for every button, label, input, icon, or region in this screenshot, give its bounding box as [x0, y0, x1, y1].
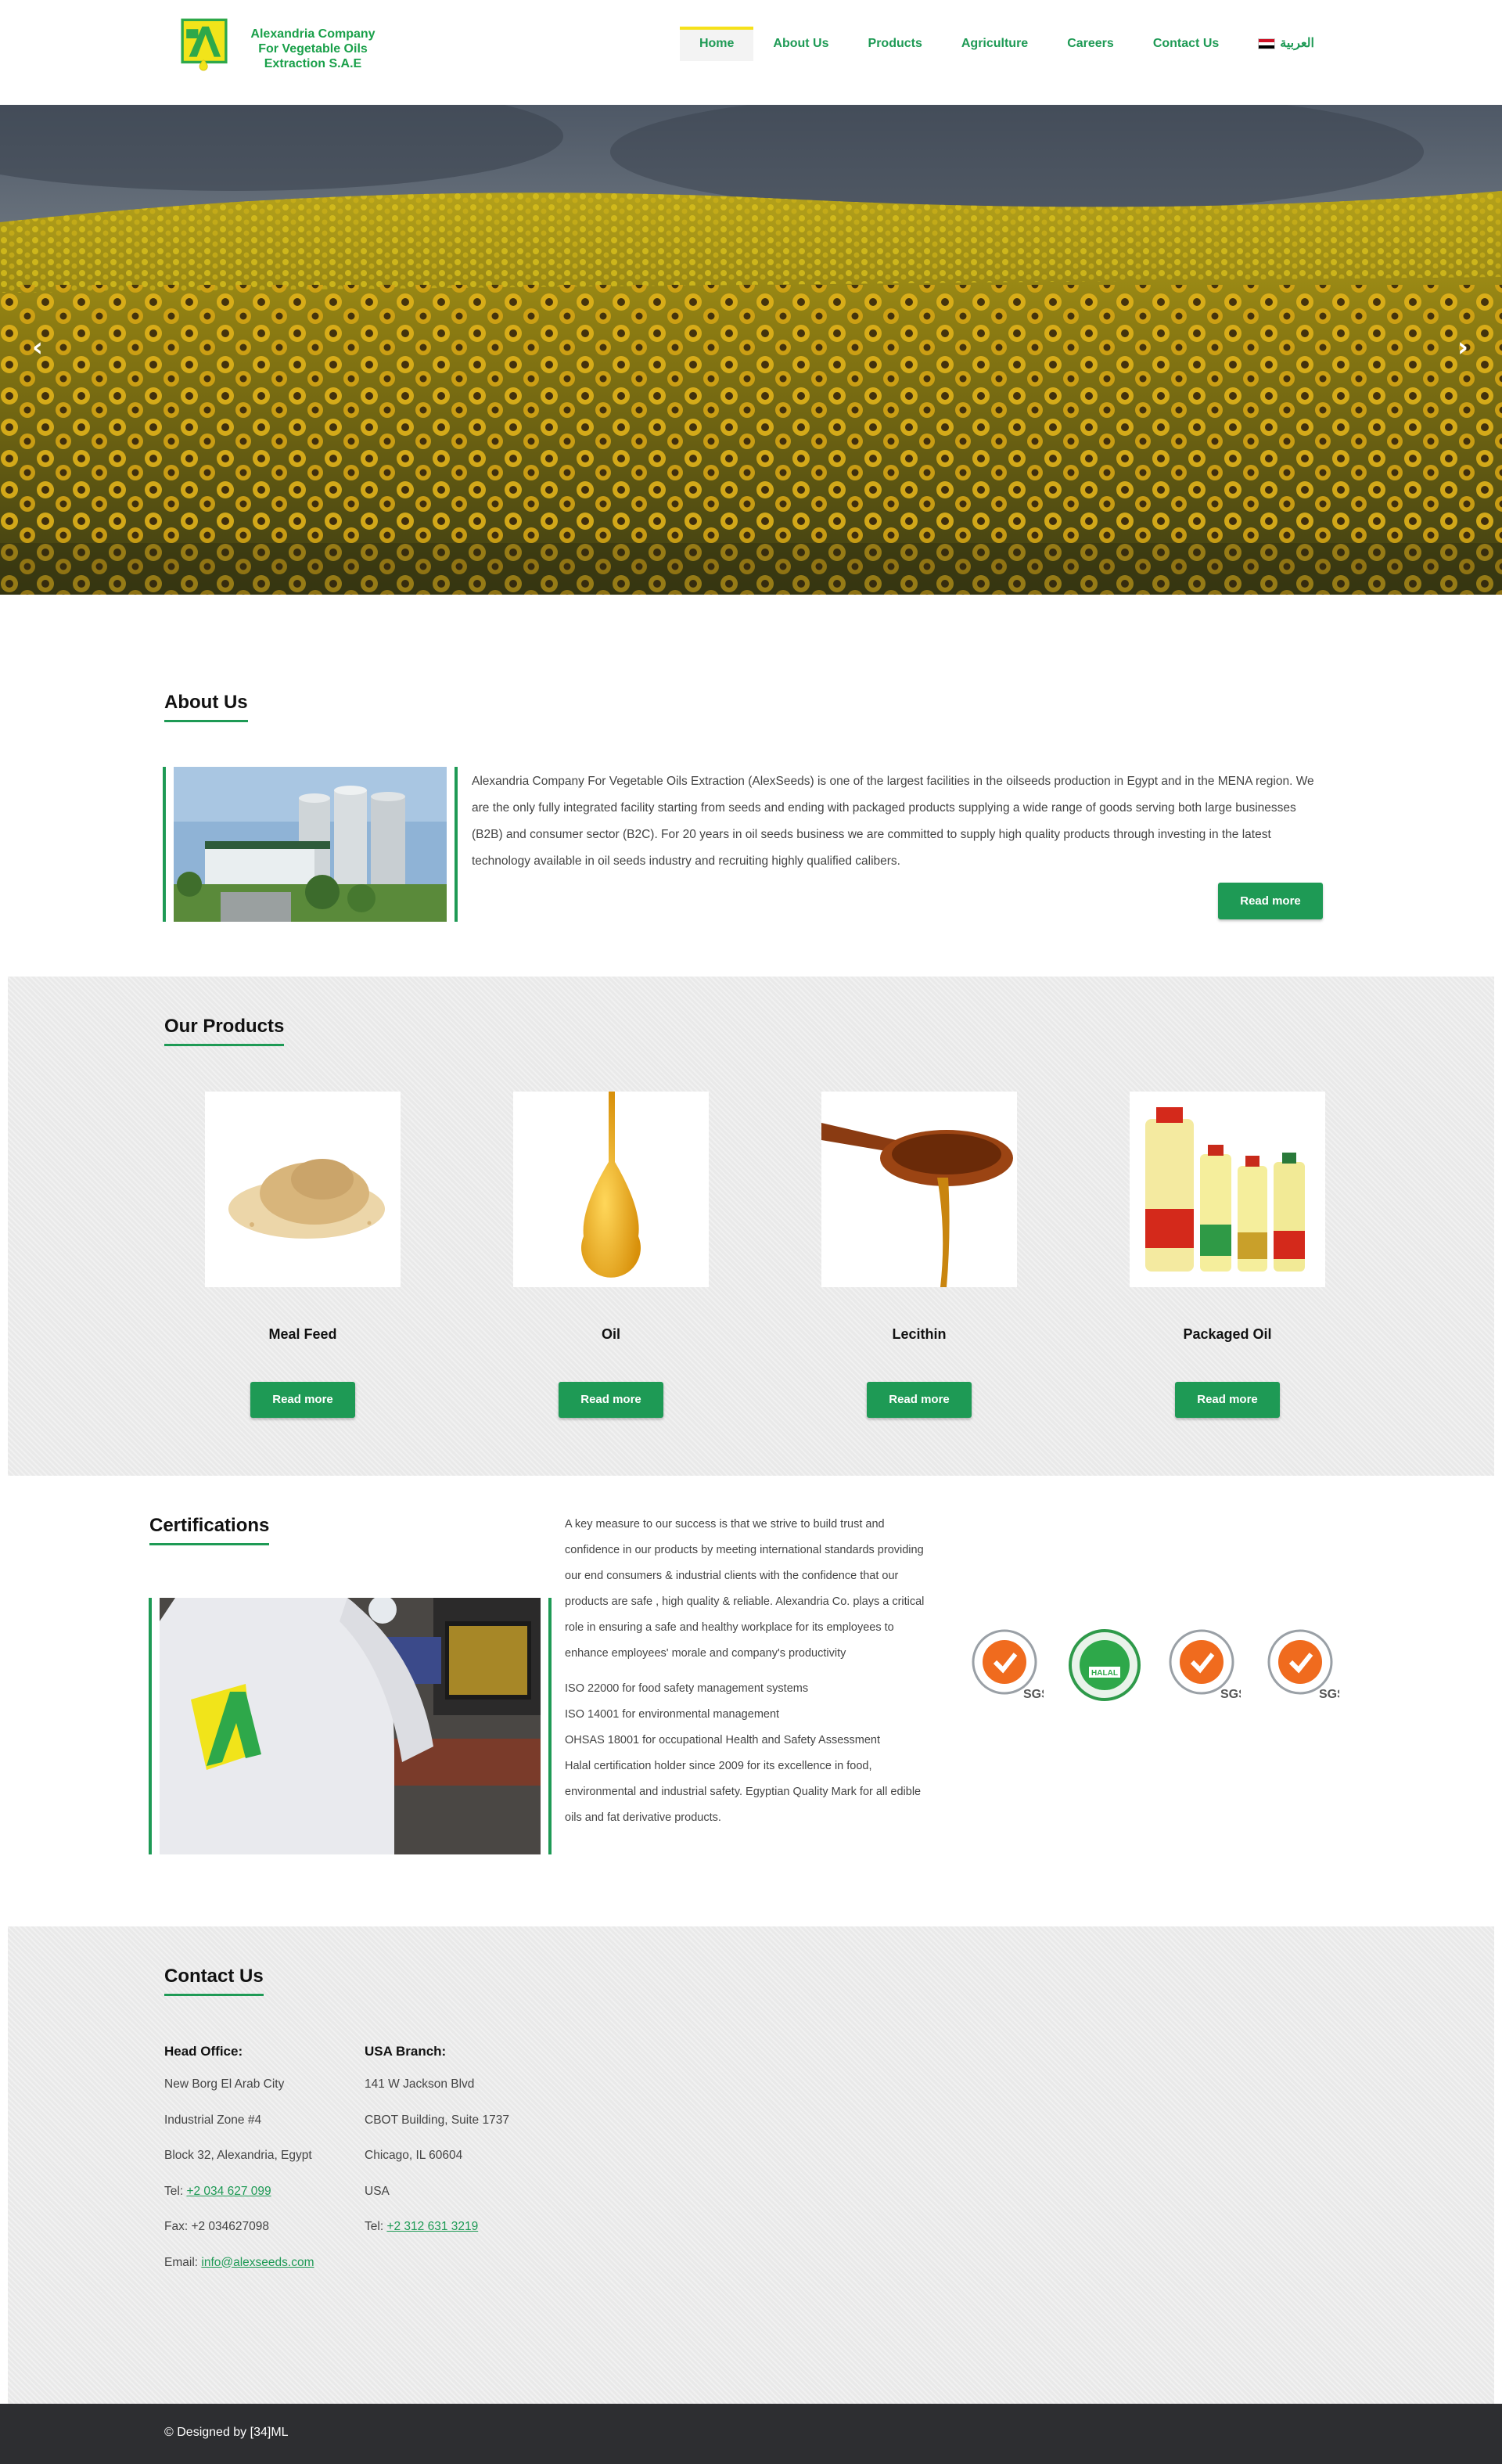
product-name: Packaged Oil [1183, 1326, 1272, 1342]
certifications-text: A key measure to our success is that we … [565, 1512, 932, 1831]
product-card-packaged-oil: Packaged Oil Read more [1130, 1092, 1325, 1418]
nav-products[interactable]: Products [849, 27, 942, 61]
sgs-certification-badge-icon: SGS [1169, 1629, 1241, 1701]
products-section: Our Products Meal Feed Read more Oil Rea… [8, 977, 1494, 1476]
address-line: New Borg El Arab City [164, 2077, 285, 2091]
about-section-title: About Us [164, 692, 248, 722]
nav-agriculture[interactable]: Agriculture [942, 27, 1047, 61]
cert-item: OHSAS 18001 for occupational Health and … [565, 1734, 881, 1746]
address-line: USA [365, 2184, 390, 2198]
factory-image [174, 767, 447, 922]
head-office-phone: Tel: +2 034 627 099 [164, 2184, 271, 2198]
products-section-title: Our Products [164, 1016, 285, 1046]
certification-image-frame [149, 1595, 552, 1854]
svg-text:SGS: SGS [1023, 1688, 1044, 1701]
nav-contact-us[interactable]: Contact Us [1134, 27, 1238, 61]
meal-feed-read-more-button[interactable]: Read more [250, 1382, 355, 1418]
head-office-email: Email: info@alexseeds.com [164, 2255, 314, 2269]
usa-branch-column: USA Branch: 141 W Jackson Blvd CBOT Buil… [365, 2044, 509, 2254]
oil-image[interactable] [513, 1092, 709, 1287]
footer-credit: © Designed by [34]ML [164, 2426, 289, 2439]
lecithin-image[interactable] [821, 1092, 1017, 1287]
nav-about-us[interactable]: About Us [753, 27, 848, 61]
logo-mark-icon [181, 18, 228, 71]
certifications-intro: A key measure to our success is that we … [565, 1518, 925, 1660]
head-office-fax: Fax: +2 034627098 [164, 2220, 270, 2233]
packaged-oil-read-more-button[interactable]: Read more [1175, 1382, 1280, 1418]
product-name: Oil [601, 1326, 620, 1342]
email-link[interactable]: info@alexseeds.com [201, 2256, 314, 2269]
svg-text:SGS: SGS [1220, 1688, 1241, 1701]
logo-text: Alexandria Company For Vegetable Oils Ex… [250, 27, 376, 70]
sgs-certification-badge-icon: SGS [972, 1629, 1044, 1701]
about-image-frame [163, 767, 458, 922]
product-card-oil: Oil Read more [513, 1092, 709, 1418]
cert-item: Halal certification holder since 2009 fo… [565, 1760, 922, 1824]
usa-branch-heading: USA Branch: [365, 2044, 447, 2059]
main-nav: Home About Us Products Agriculture Caree… [679, 27, 1334, 61]
site-footer: © Designed by [34]ML [0, 2404, 1502, 2464]
oil-read-more-button[interactable]: Read more [559, 1382, 663, 1418]
address-line: CBOT Building, Suite 1737 [365, 2113, 509, 2127]
lecithin-read-more-button[interactable]: Read more [867, 1382, 972, 1418]
slider-prev-arrow-icon[interactable]: ‹ [22, 332, 53, 363]
head-office-phone-link[interactable]: +2 034 627 099 [186, 2185, 271, 2198]
contact-section-title: Contact Us [164, 1966, 264, 1996]
meal-feed-image[interactable] [205, 1092, 401, 1287]
svg-text:SGS: SGS [1319, 1688, 1339, 1701]
nav-careers[interactable]: Careers [1047, 27, 1134, 61]
site-header: Alexandria Company For Vegetable Oils Ex… [0, 0, 1502, 105]
language-label: العربية [1280, 37, 1314, 50]
svg-text:HALAL: HALAL [1091, 1669, 1118, 1678]
product-card-meal-feed: Meal Feed Read more [205, 1092, 401, 1418]
certification-badges: SGS HALAL SGS SGS [968, 1628, 1339, 1703]
address-line: Industrial Zone #4 [164, 2113, 262, 2127]
contact-section: Contact Us Head Office: New Borg El Arab… [8, 1926, 1494, 2404]
halal-certification-badge-icon: HALAL [1069, 1629, 1141, 1701]
address-line: Block 32, Alexandria, Egypt [164, 2149, 312, 2162]
product-card-lecithin: Lecithin Read more [821, 1092, 1017, 1418]
product-name: Meal Feed [268, 1326, 337, 1342]
head-office-heading: Head Office: [164, 2044, 243, 2059]
hero-slider: ‹ › [0, 105, 1502, 595]
egypt-flag-icon [1258, 38, 1276, 49]
product-name: Lecithin [892, 1326, 947, 1342]
about-read-more-button[interactable]: Read more [1218, 883, 1323, 919]
cert-item: ISO 14001 for environmental management [565, 1708, 780, 1721]
cert-item: ISO 22000 for food safety management sys… [565, 1682, 809, 1695]
address-line: 141 W Jackson Blvd [365, 2077, 475, 2091]
usa-branch-phone-link[interactable]: +2 312 631 3219 [386, 2220, 478, 2233]
address-line: Chicago, IL 60604 [365, 2149, 463, 2162]
usa-branch-phone: Tel: +2 312 631 3219 [365, 2220, 479, 2233]
slider-next-arrow-icon[interactable]: › [1447, 332, 1479, 363]
about-text: Alexandria Company For Vegetable Oils Ex… [472, 775, 1314, 868]
nav-language-arabic[interactable]: العربية [1238, 27, 1334, 61]
packaged-oil-image[interactable] [1130, 1092, 1325, 1287]
sunflower-field-image [0, 105, 1502, 595]
head-office-column: Head Office: New Borg El Arab City Indus… [164, 2044, 314, 2289]
lab-worker-image [160, 1595, 541, 1854]
sgs-certification-badge-icon: SGS [1267, 1629, 1339, 1701]
certifications-section-title: Certifications [149, 1515, 270, 1545]
nav-home[interactable]: Home [679, 27, 754, 61]
company-logo[interactable]: Alexandria Company For Vegetable Oils Ex… [172, 17, 376, 92]
